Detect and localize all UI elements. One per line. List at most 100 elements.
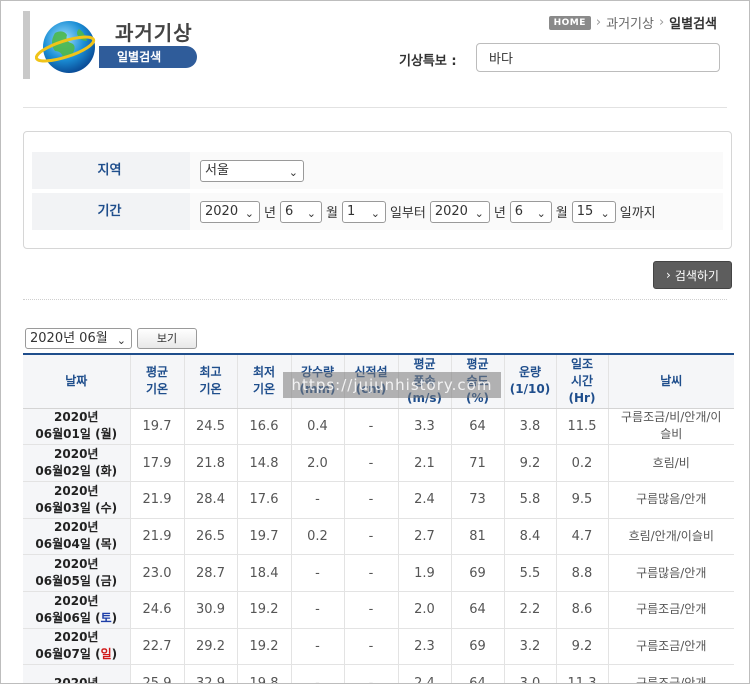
table-cell: 73 (451, 481, 505, 519)
to-year-select[interactable]: 2020 ⌄ (429, 200, 490, 223)
table-cell: 16.6 (237, 408, 292, 446)
weather-cell: 구름조금/안개 (608, 664, 734, 683)
breadcrumb-section[interactable]: 과거기상 (606, 13, 654, 32)
chevron-down-icon: ⌄ (116, 334, 126, 347)
table-cell: 5.5 (504, 554, 557, 592)
table-cell: 19.7 (237, 518, 292, 556)
weather-text: 구름많음/안개 (636, 492, 707, 507)
date-cell: 2020년 06월04일 (목) (23, 518, 131, 556)
table-cell: 2.7 (398, 518, 452, 556)
day-of-week: 토 (100, 610, 112, 625)
weather-text: 흐림/비 (652, 455, 690, 470)
column-header-text: 최고 (199, 365, 222, 380)
table-cell: 0.4 (291, 408, 345, 446)
period-label: 기간 (97, 204, 122, 219)
breadcrumb-home[interactable]: HOME (548, 15, 591, 30)
weather-text: 흐림/안개/이슬비 (628, 528, 714, 543)
table-cell: 69 (451, 628, 505, 666)
column-header: 평균기온 (130, 353, 185, 409)
chevron-down-icon: ⌄ (536, 206, 546, 220)
table-cell: 24.6 (130, 591, 185, 629)
column-header-text: (1/10) (509, 382, 551, 397)
table-row: 2020년 06월03일 (수) 21.9 28.4 17.6- -2.4 73 5.8 9.5… (23, 481, 734, 519)
weather-cell: 구름조금/비/안개/이 슬비 (608, 408, 734, 446)
column-header: 운량 (1/10) (504, 353, 557, 409)
date-cell: 2020년 06월06일 (토) (23, 591, 131, 629)
table-cell: - (344, 408, 399, 446)
table-cell: 8.6 (556, 591, 609, 629)
from-suffix: 일부터 (389, 206, 426, 221)
table-row: 2020년 06월05일 (금) 23.0 28.7 18.4- -1.9 69 5.5 8.8… (23, 554, 734, 592)
table-cell: 4.7 (556, 518, 609, 556)
search-button[interactable]: › 검색하기 (653, 261, 732, 289)
date-text: ) (111, 647, 118, 662)
divider (23, 107, 727, 108)
daily-weather-table: 날짜평균기온최고기온최저기온강수량(mm)신적설(cm)평균풍속(m/s)평균습… (23, 353, 734, 683)
month-select[interactable]: 2020년 06월 ⌄ (25, 328, 132, 349)
weather-text: 구름많음/안개 (636, 565, 707, 580)
from-day-select[interactable]: 1 ⌄ (341, 200, 386, 223)
page-frame: 과거기상 일별검색 HOME › 과거기상 › 일별검색 기상특보 : 지역 서… (0, 0, 750, 684)
region-select[interactable]: 서울 ⌄ (200, 159, 304, 182)
table-cell: 1.9 (398, 554, 452, 592)
page-subtitle: 일별검색 (99, 46, 197, 68)
weather-text: 구름조금/안개 (636, 602, 707, 617)
table-cell: - (344, 591, 399, 629)
column-header-text: 최저 (252, 365, 276, 380)
weather-text: 슬비 (660, 427, 683, 442)
column-header-text: 평균 (145, 365, 169, 380)
date-text: ) (111, 610, 118, 625)
day-of-week: 월 (100, 427, 112, 442)
from-month-select[interactable]: 6 ⌄ (279, 200, 322, 223)
search-button-label: 검색하기 (674, 268, 719, 283)
table-cell: 11.5 (556, 408, 609, 446)
date-text: 06월06일 ( (35, 610, 101, 625)
column-header: 날씨 (608, 353, 734, 409)
column-header-text: 날짜 (65, 373, 88, 388)
table-cell: 64 (451, 591, 505, 629)
date-cell: 2020년 06월05일 (금) (23, 554, 131, 592)
table-cell: 21.9 (130, 481, 185, 519)
to-day-select[interactable]: 15 ⌄ (571, 200, 616, 223)
table-row: 2020년 06월06일 (토) 24.6 30.9 19.2- -2.0 64 2.2 8.6… (23, 591, 734, 629)
special-warning-label: 기상특보 : (399, 54, 457, 69)
table-cell: 8.4 (504, 518, 557, 556)
weather-text: 구름조금/안개 (636, 638, 707, 653)
table-cell: 24.5 (184, 408, 238, 446)
weather-cell: 구름조금/안개 (608, 591, 734, 629)
region-row: 지역 서울 ⌄ (32, 152, 723, 189)
table-cell: 22.7 (130, 628, 185, 666)
view-button[interactable]: 보기 (137, 328, 197, 349)
date-text: 2020년 (54, 483, 99, 498)
date-text: ) (111, 500, 118, 515)
period-row: 기간 2020 ⌄ 년 6 ⌄ 월 1 ⌄ 일부터 2020 ⌄ 년 6 ⌄ 월… (32, 193, 723, 230)
table-cell: 9.2 (556, 628, 609, 666)
breadcrumb-current: 일별검색 (669, 17, 717, 32)
table-cell: 0.2 (556, 444, 609, 482)
table-cell: 17.6 (237, 481, 292, 519)
table-cell: 2.0 (398, 591, 452, 629)
region-cell: 서울 ⌄ (190, 152, 723, 189)
date-text: 2020년 (54, 410, 99, 425)
table-cell: 28.7 (184, 554, 238, 592)
chevron-right-icon: › (666, 268, 671, 282)
table-cell: 18.4 (237, 554, 292, 592)
to-day-value: 15 (576, 203, 594, 219)
column-header: 날짜 (23, 353, 131, 409)
from-year-value: 2020 (205, 203, 239, 219)
table-cell: 2.1 (398, 444, 452, 482)
date-text: ) (111, 427, 118, 442)
date-text: ) (111, 537, 118, 552)
table-row: 2020년 06월01일 (월) 19.7 24.5 16.6 0.4-3.3 64 3.8 1… (23, 408, 734, 446)
from-year-select[interactable]: 2020 ⌄ (200, 200, 260, 223)
to-month-select[interactable]: 6 ⌄ (509, 200, 552, 223)
table-row: 2020년 06월02일 (화) 17.9 21.8 14.8 2.0-2.1 71 9.2 0… (23, 444, 734, 482)
from-month-value: 6 (284, 203, 294, 219)
column-header-text: 기온 (252, 382, 276, 397)
special-warning-field[interactable] (476, 43, 720, 72)
date-cell: 2020년 (23, 664, 131, 683)
table-cell: 29.2 (184, 628, 238, 666)
column-header-text: 기온 (145, 382, 169, 397)
table-cell: - (291, 481, 345, 519)
table-cell: 17.9 (130, 444, 185, 482)
